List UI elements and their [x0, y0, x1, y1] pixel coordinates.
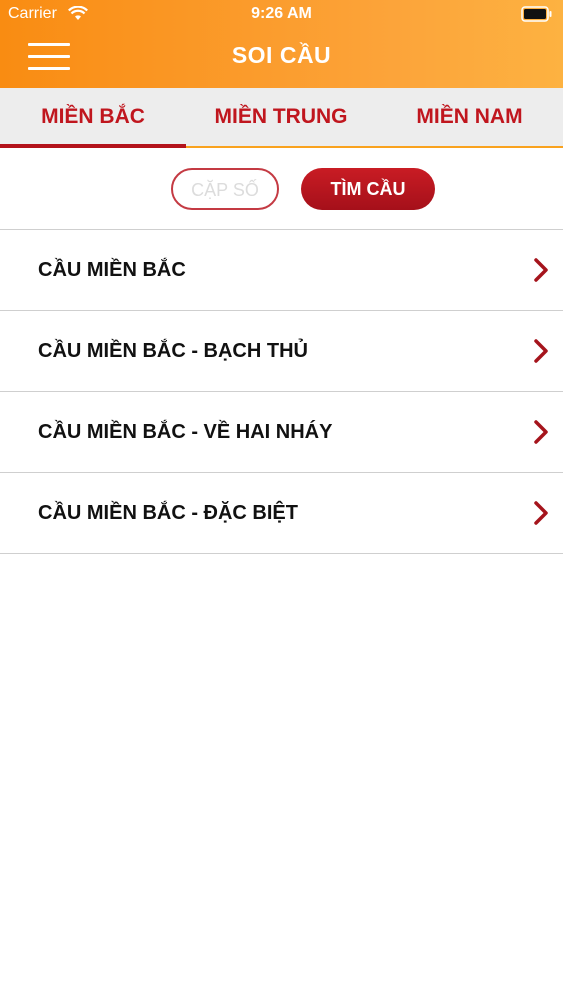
list-item[interactable]: CẦU MIỀN BẮC - BẠCH THỦ	[0, 311, 563, 392]
tab-mien-bac[interactable]: MIỀN BẮC	[0, 88, 186, 146]
list-item[interactable]: CẦU MIỀN BẮC - VỀ HAI NHÁY	[0, 392, 563, 473]
list-item[interactable]: CẦU MIỀN BẮC	[0, 230, 563, 311]
clock-time: 9:26 AM	[251, 5, 312, 22]
page-title: SOI CẦU	[231, 42, 332, 68]
chevron-right-icon	[534, 339, 548, 363]
list-item[interactable]: CẦU MIỀN BẮC - ĐẶC BIỆT	[0, 473, 563, 554]
region-tabs: MIỀN BẮC MIỀN TRUNG MIỀN NAM	[0, 88, 563, 148]
filter-row: CẶP SỐ TÌM CẦU	[0, 148, 563, 230]
list-item-label: CẦU MIỀN BẮC	[38, 259, 186, 281]
tab-mien-nam[interactable]: MIỀN NAM	[376, 88, 563, 146]
list-item-label: CẦU MIỀN BẮC - BẠCH THỦ	[38, 340, 308, 362]
list-item-label: CẦU MIỀN BẮC - VỀ HAI NHÁY	[38, 421, 333, 443]
chevron-right-icon	[534, 501, 548, 525]
list-item-label: CẦU MIỀN BẮC - ĐẶC BIỆT	[38, 502, 298, 524]
tab-mien-trung[interactable]: MIỀN TRUNG	[186, 88, 376, 146]
search-bridge-button[interactable]: TÌM CẦU	[301, 168, 435, 210]
pair-number-button[interactable]: CẶP SỐ	[171, 168, 279, 210]
status-bar: Carrier 9:26 AM	[0, 0, 563, 30]
bridge-list: CẦU MIỀN BẮC CẦU MIỀN BẮC - BẠCH THỦ CẦU…	[0, 230, 563, 554]
chevron-right-icon	[534, 258, 548, 282]
battery-icon	[521, 6, 552, 22]
app-header: Carrier 9:26 AM SOI CẦU	[0, 0, 563, 88]
chevron-right-icon	[534, 420, 548, 444]
